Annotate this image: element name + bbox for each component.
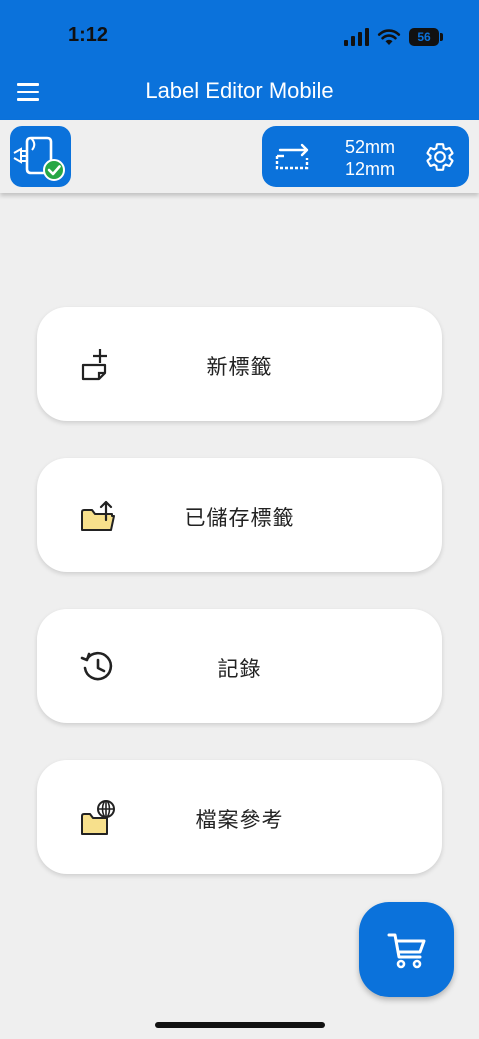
label-size-readout: 52mm 12mm [322, 136, 418, 180]
new-label-button[interactable]: 新標籤 [37, 307, 442, 421]
new-label-text: 新標籤 [206, 355, 273, 379]
status-icons: 56 [344, 26, 443, 48]
shopping-cart-button[interactable] [359, 902, 454, 997]
app-bar: 1:12 56 Label Editor Mobile [0, 0, 479, 120]
saved-labels-text: 已儲存標籤 [184, 506, 295, 530]
history-text: 記錄 [217, 657, 262, 681]
cellular-signal-icon [344, 28, 369, 46]
file-reference-button[interactable]: 檔案參考 [37, 760, 442, 874]
rotate-orientation-icon[interactable] [274, 140, 312, 174]
page-title: Label Editor Mobile [145, 78, 334, 103]
label-toolbar: 52mm 12mm [0, 120, 479, 193]
wifi-icon [377, 29, 401, 45]
history-button[interactable]: 記錄 [37, 609, 442, 723]
printer-connection-button[interactable] [10, 126, 71, 187]
battery-indicator: 56 [409, 28, 443, 46]
label-height: 12mm [344, 159, 395, 179]
gear-icon[interactable] [424, 141, 456, 173]
printer-connected-icon [13, 136, 65, 181]
saved-labels-button[interactable]: 已儲存標籤 [37, 458, 442, 572]
home-indicator[interactable] [155, 1022, 325, 1028]
label-width: 52mm [344, 137, 395, 157]
file-reference-text: 檔案參考 [195, 808, 284, 832]
status-time: 1:12 [68, 24, 109, 46]
shopping-cart-icon [387, 933, 426, 969]
label-size-panel[interactable]: 52mm 12mm [262, 126, 469, 187]
